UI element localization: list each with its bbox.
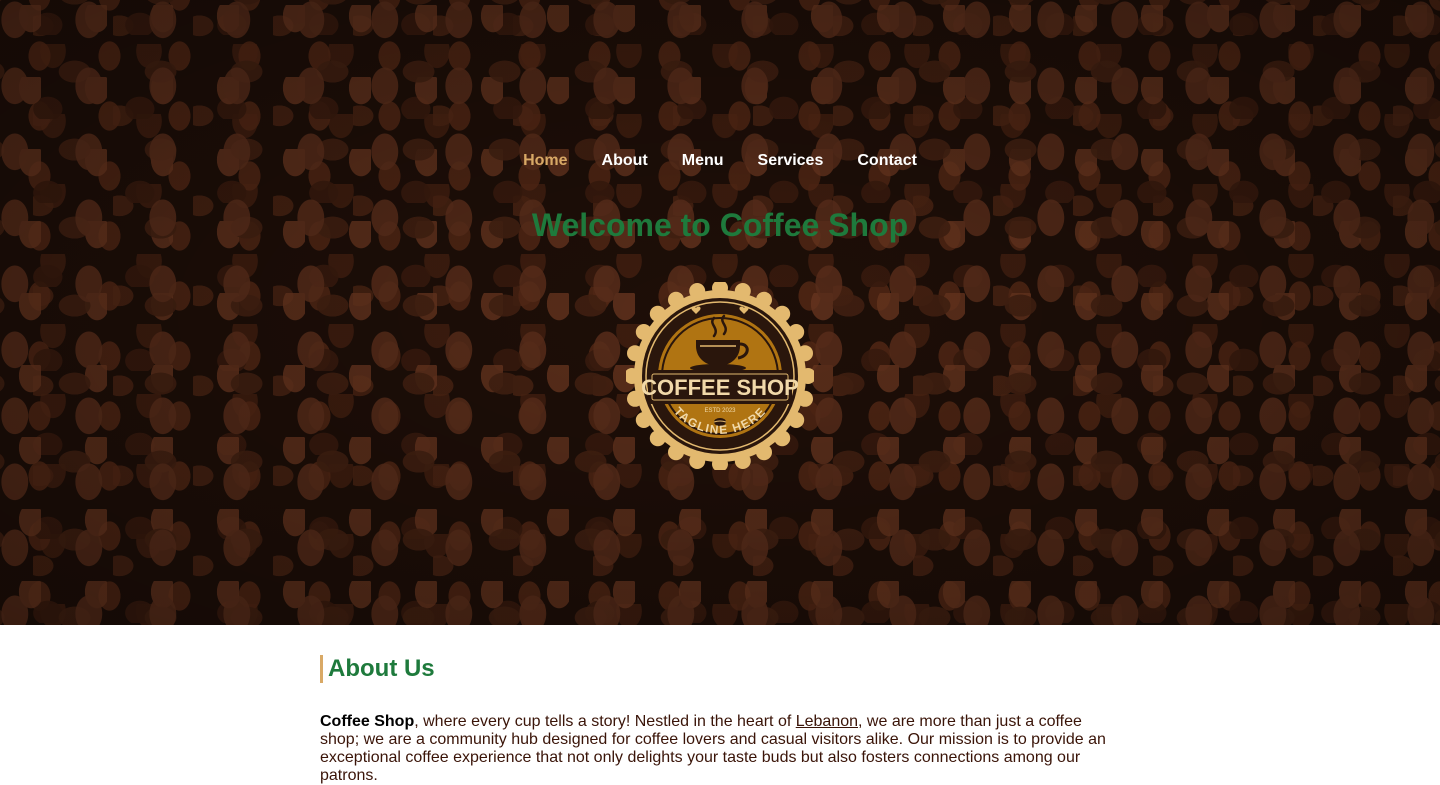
- about-text-part1: , where every cup tells a story! Nestled…: [414, 713, 796, 730]
- nav-menu[interactable]: Menu: [665, 151, 741, 171]
- nav-home[interactable]: Home: [506, 151, 584, 171]
- nav-contact[interactable]: Contact: [840, 151, 934, 171]
- about-section: About Us Coffee Shop, where every cup te…: [320, 625, 1120, 785]
- coffee-shop-logo: COFFEE SHOP ESTD 2023 TAGLINE HERE: [626, 282, 814, 470]
- about-title: About Us: [320, 655, 1120, 683]
- logo-estd: ESTD 2023: [704, 408, 736, 414]
- location-link[interactable]: Lebanon: [796, 713, 858, 730]
- logo-name: COFFEE SHOP: [641, 375, 799, 400]
- hero-section: Home About Menu Services Contact Welcome…: [0, 0, 1440, 625]
- about-brand: Coffee Shop: [320, 713, 415, 730]
- hero-title: Welcome to Coffee Shop: [531, 207, 909, 243]
- nav-services[interactable]: Services: [741, 151, 841, 171]
- nav-about[interactable]: About: [585, 151, 665, 171]
- about-paragraph: Coffee Shop, where every cup tells a sto…: [320, 713, 1120, 785]
- main-nav: Home About Menu Services Contact: [0, 151, 1440, 171]
